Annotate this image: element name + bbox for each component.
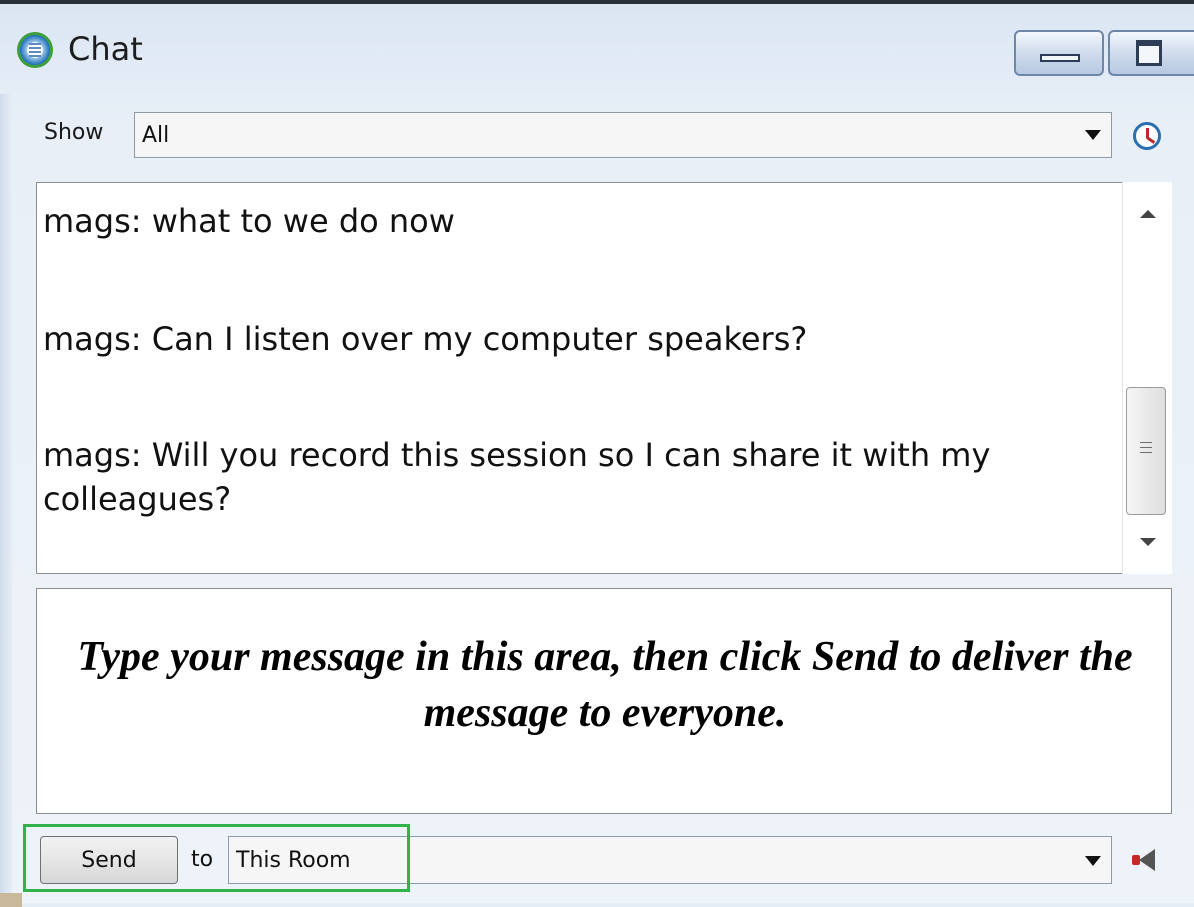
send-button[interactable]: Send: [40, 836, 178, 884]
to-label: to: [191, 847, 214, 872]
message-input[interactable]: Type your message in this area, then cli…: [36, 588, 1172, 814]
compose-instruction: Type your message in this area, then cli…: [77, 634, 1133, 736]
app-logo-icon: [17, 32, 53, 68]
clock-icon[interactable]: [1133, 122, 1161, 150]
show-filter-dropdown[interactable]: All: [134, 112, 1112, 158]
scroll-down-icon[interactable]: [1140, 538, 1156, 546]
background-strip: [0, 893, 22, 907]
show-label: Show: [44, 120, 104, 145]
chevron-down-icon: [1085, 130, 1101, 140]
recipient-value: This Room: [236, 848, 351, 873]
megaphone-icon[interactable]: [1132, 848, 1162, 874]
maximize-button[interactable]: [1108, 30, 1194, 76]
window-edge: [0, 94, 12, 907]
scroll-up-icon[interactable]: [1140, 210, 1156, 218]
minimize-button[interactable]: [1014, 30, 1104, 76]
chat-message: mags: what to we do now: [43, 202, 455, 240]
recipient-dropdown[interactable]: This Room: [228, 836, 1112, 884]
window-title: Chat: [68, 30, 143, 68]
chat-window: Chat Show All mags: what to we do now ma…: [0, 0, 1194, 907]
chat-message: mags: Will you record this session so I …: [43, 436, 991, 518]
chat-log-scrollbar[interactable]: [1122, 182, 1172, 574]
title-bar: Chat: [0, 8, 1194, 94]
show-filter-value: All: [142, 123, 170, 148]
scroll-thumb[interactable]: [1126, 387, 1166, 515]
chat-message: mags: Can I listen over my computer spea…: [43, 320, 808, 358]
chat-log[interactable]: mags: what to we do now mags: Can I list…: [36, 182, 1172, 574]
chevron-down-icon: [1085, 856, 1101, 866]
